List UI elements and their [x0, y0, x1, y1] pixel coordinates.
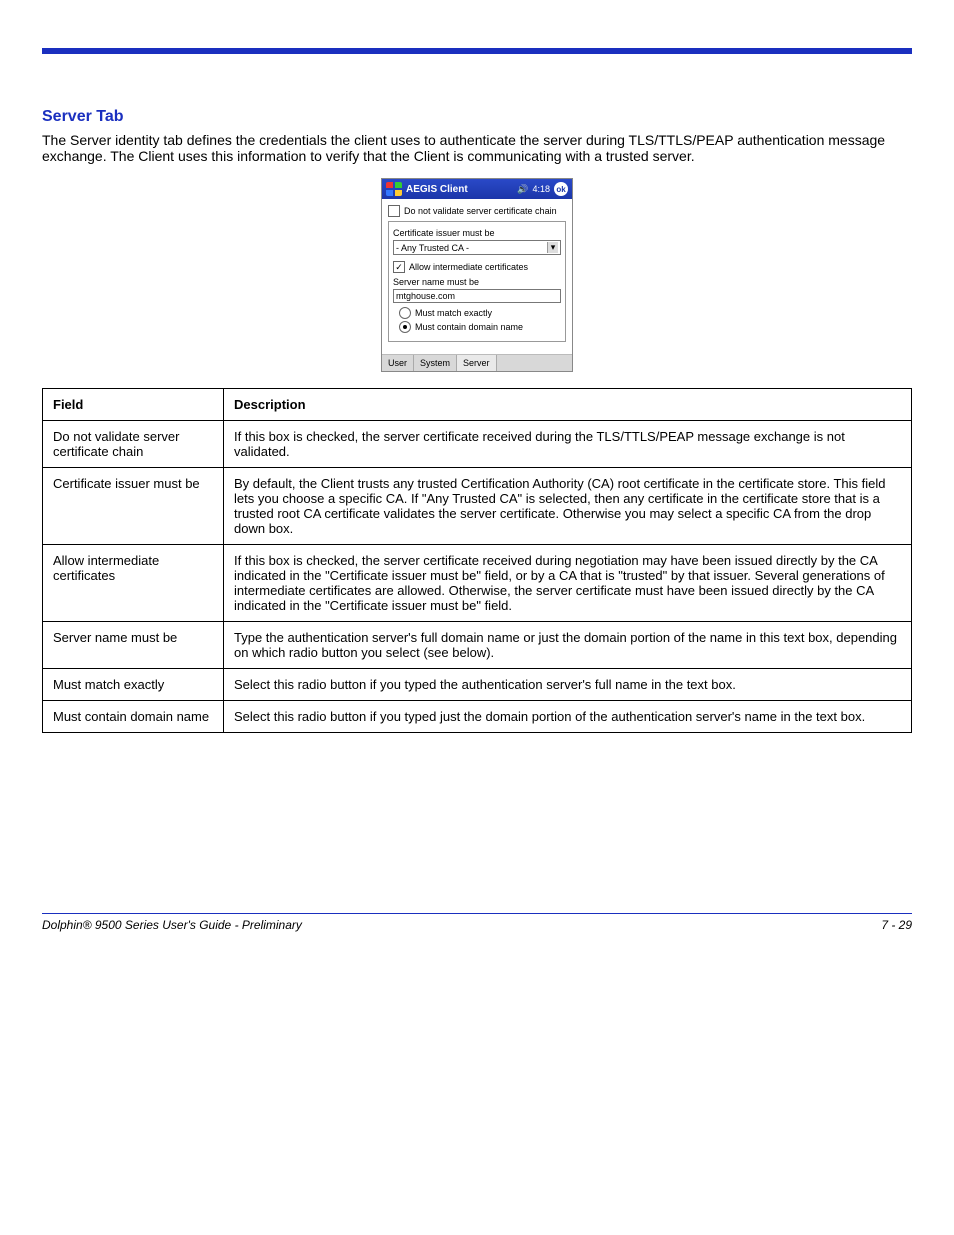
td-desc: Select this radio button if you typed th… — [224, 669, 912, 701]
server-name-label: Server name must be — [393, 277, 561, 287]
must-match-radio[interactable]: Must match exactly — [399, 307, 561, 319]
table-row: Must match exactly Select this radio but… — [43, 669, 912, 701]
header-rule — [42, 48, 912, 54]
issuer-select-value: - Any Trusted CA - — [396, 243, 469, 253]
window-body: Do not validate server certificate chain… — [382, 199, 572, 354]
td-field: Must match exactly — [43, 669, 224, 701]
speaker-icon — [517, 184, 528, 195]
checkbox-icon — [388, 205, 400, 217]
td-field: Must contain domain name — [43, 701, 224, 733]
page-footer: Dolphin® 9500 Series User's Guide - Prel… — [42, 914, 912, 932]
td-desc: Type the authentication server's full do… — [224, 622, 912, 669]
server-name-input[interactable]: mtghouse.com — [393, 289, 561, 303]
tab-server[interactable]: Server — [457, 355, 497, 371]
td-desc: If this box is checked, the server certi… — [224, 545, 912, 622]
checkbox-icon: ✓ — [393, 261, 405, 273]
table-row: Server name must be Type the authenticat… — [43, 622, 912, 669]
titlebar: AEGIS Client 4:18 ok — [382, 179, 572, 199]
must-match-label: Must match exactly — [415, 308, 492, 318]
ok-button[interactable]: ok — [554, 182, 568, 196]
issuer-select[interactable]: - Any Trusted CA - ▾ — [393, 240, 561, 255]
allow-intermediate-checkbox[interactable]: ✓ Allow intermediate certificates — [393, 261, 561, 273]
section-heading: Server Tab — [42, 108, 912, 126]
tab-user[interactable]: User — [382, 355, 414, 371]
field-description-table: Field Description Do not validate server… — [42, 388, 912, 733]
section-intro: The Server identity tab defines the cred… — [42, 132, 912, 164]
radio-icon — [399, 321, 411, 333]
allow-intermediate-label: Allow intermediate certificates — [409, 262, 528, 272]
td-field: Certificate issuer must be — [43, 468, 224, 545]
chevron-down-icon: ▾ — [547, 242, 558, 253]
radio-icon — [399, 307, 411, 319]
must-contain-radio[interactable]: Must contain domain name — [399, 321, 561, 333]
footer-left: Dolphin® 9500 Series User's Guide - Prel… — [42, 918, 302, 932]
must-contain-label: Must contain domain name — [415, 322, 523, 332]
td-field: Server name must be — [43, 622, 224, 669]
table-row: Certificate issuer must be By default, t… — [43, 468, 912, 545]
tab-bar: User System Server — [382, 354, 572, 371]
server-name-value: mtghouse.com — [396, 291, 455, 301]
do-not-validate-checkbox[interactable]: Do not validate server certificate chain — [388, 205, 566, 217]
do-not-validate-label: Do not validate server certificate chain — [404, 206, 557, 216]
td-field: Do not validate server certificate chain — [43, 421, 224, 468]
td-desc: By default, the Client trusts any truste… — [224, 468, 912, 545]
td-field: Allow intermediate certificates — [43, 545, 224, 622]
table-header-row: Field Description — [43, 389, 912, 421]
th-field: Field — [43, 389, 224, 421]
table-row: Do not validate server certificate chain… — [43, 421, 912, 468]
table-row: Allow intermediate certificates If this … — [43, 545, 912, 622]
windows-flag-icon — [386, 182, 402, 196]
clock-time: 4:18 — [532, 184, 550, 194]
td-desc: If this box is checked, the server certi… — [224, 421, 912, 468]
issuer-label: Certificate issuer must be — [393, 228, 561, 238]
footer-page-number: 7 - 29 — [881, 918, 912, 932]
aegis-window: AEGIS Client 4:18 ok Do not validate ser… — [381, 178, 573, 372]
table-row: Must contain domain name Select this rad… — [43, 701, 912, 733]
tab-system[interactable]: System — [414, 355, 457, 371]
th-desc: Description — [224, 389, 912, 421]
window-title: AEGIS Client — [406, 184, 513, 195]
td-desc: Select this radio button if you typed ju… — [224, 701, 912, 733]
